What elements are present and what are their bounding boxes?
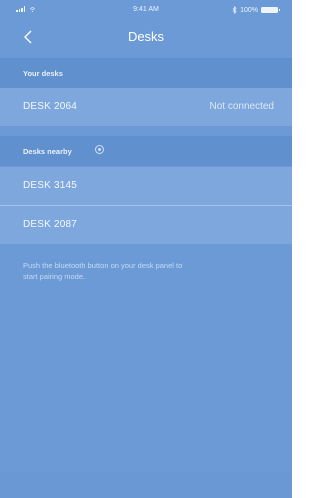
- section-header-label: Desks nearby: [23, 147, 72, 156]
- nav-bar: Desks: [0, 20, 292, 56]
- hint-line: Push the bluetooth button on your desk p…: [23, 261, 183, 270]
- hint-line: start pairing mode.: [23, 272, 86, 281]
- desk-name: DESK 3145: [23, 180, 78, 191]
- desk-status: Not connected: [209, 101, 275, 112]
- battery-percent: 100%: [240, 6, 258, 14]
- desk-name: DESK 2087: [23, 219, 78, 230]
- status-bar: 9:41 AM 100%: [0, 0, 292, 20]
- loading-icon: [95, 145, 104, 154]
- section-desks-nearby: Desks nearby: [0, 136, 292, 166]
- pairing-hint: Push the bluetooth button on your desk p…: [23, 260, 273, 282]
- desks-screen: 9:41 AM 100% Desks Your desks DESK 2064 …: [0, 0, 292, 498]
- battery-icon: [261, 7, 280, 13]
- desk-row[interactable]: DESK 3145: [0, 167, 292, 205]
- desk-row[interactable]: DESK 2064 Not connected: [0, 88, 292, 126]
- page-title: Desks: [127, 29, 165, 44]
- bluetooth-icon: [232, 6, 237, 14]
- bottom-strip: [0, 472, 292, 498]
- desk-name: DESK 2064: [23, 101, 78, 112]
- status-right: 100%: [232, 6, 280, 14]
- desk-row[interactable]: DESK 2087: [0, 206, 292, 244]
- section-header-label: Your desks: [23, 69, 63, 78]
- section-your-desks: Your desks: [0, 58, 292, 88]
